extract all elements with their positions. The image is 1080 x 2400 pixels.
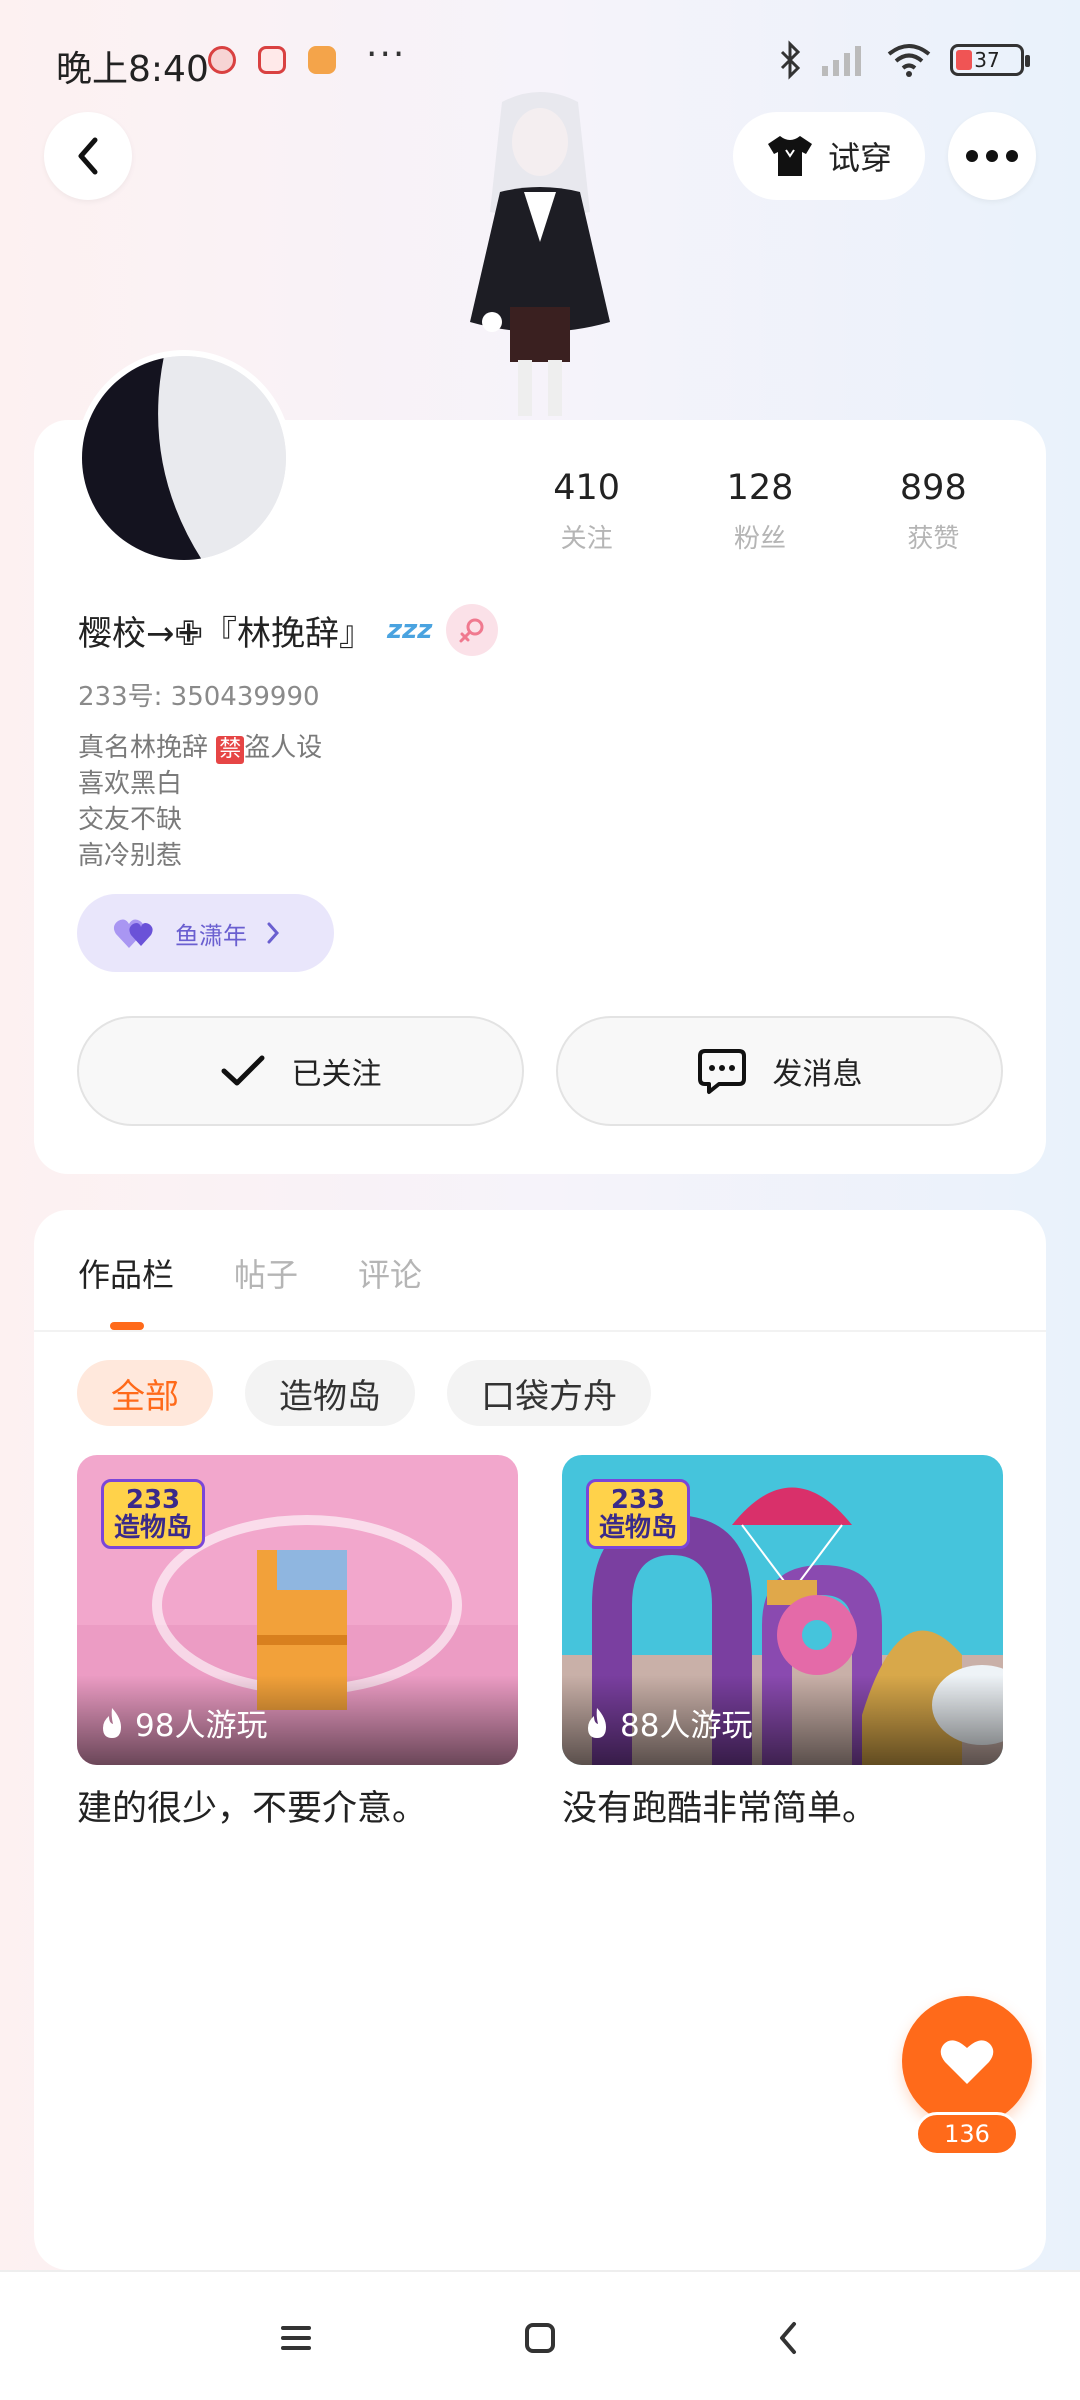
bio-line: 真名林挽辞 禁盗人设: [78, 733, 323, 764]
try-on-label: 试穿: [827, 139, 892, 177]
game-logo: 233 造物岛: [101, 1479, 206, 1549]
likes-count: 898: [899, 468, 967, 508]
notification-app-icon: [308, 46, 336, 74]
sleep-badge: zzz: [386, 615, 433, 645]
tab-comments[interactable]: 评论: [358, 1250, 422, 1296]
more-notifications-icon: ···: [366, 34, 407, 75]
chevron-left-icon: [78, 137, 98, 175]
chat-bubble-icon: [697, 1049, 746, 1094]
following-label: 关注: [560, 524, 613, 554]
home-button[interactable]: [518, 2316, 562, 2360]
like-button[interactable]: [902, 1996, 1032, 2126]
nickname-row: 樱校→✙『林挽辞』 zzz: [78, 604, 499, 656]
bio-line: 高冷别惹: [78, 841, 183, 871]
home-square-icon: [525, 2323, 555, 2353]
avatar-image: [82, 356, 286, 560]
like-count: 136: [915, 2112, 1019, 2156]
ban-badge: 禁: [216, 736, 245, 764]
signal-icon: [822, 46, 861, 76]
notification-app-icon: [258, 46, 286, 74]
back-button[interactable]: [44, 112, 132, 200]
filter-creation-island[interactable]: 造物岛: [245, 1360, 415, 1426]
user-id: 233号: 350439990: [78, 682, 320, 712]
more-horizontal-icon: [966, 150, 1018, 162]
flame-icon: [103, 1707, 121, 1738]
message-button[interactable]: 发消息: [556, 1016, 1003, 1126]
followers-label: 粉丝: [733, 524, 786, 554]
game-title[interactable]: 建的很少，不要介意。: [77, 1780, 427, 1831]
status-time: 晚上8:40: [56, 49, 209, 90]
profile-stats: 410 关注 128 粉丝 898 获赞: [500, 468, 1020, 555]
checkmark-icon: [221, 1055, 264, 1086]
game-logo: 233 造物岛: [586, 1479, 691, 1549]
following-stat[interactable]: 410 关注: [500, 468, 673, 555]
likes-stat[interactable]: 898 获赞: [847, 468, 1020, 555]
likes-label: 获赞: [907, 524, 960, 554]
battery-icon: 37: [950, 44, 1030, 76]
tab-works[interactable]: 作品栏: [78, 1250, 174, 1296]
game-card[interactable]: 233 造物岛 98人游玩: [77, 1455, 518, 1765]
tab-posts[interactable]: 帖子: [234, 1250, 298, 1296]
bio: 真名林挽辞 禁盗人设 喜欢黑白 交友不缺 高冷别惹: [78, 730, 322, 874]
chevron-left-icon: [780, 2322, 796, 2354]
system-back-button[interactable]: [766, 2316, 810, 2360]
heart-icon: [940, 2040, 994, 2084]
tshirt-icon: [767, 136, 812, 176]
game-title[interactable]: 没有跑酷非常简单。: [562, 1780, 877, 1831]
followers-count: 128: [726, 468, 794, 508]
content-tabs: 作品栏 帖子 评论: [78, 1250, 422, 1296]
bluetooth-icon: [780, 40, 801, 80]
play-count: 98人游玩: [99, 1700, 267, 1745]
menu-icon: [281, 2326, 311, 2350]
wifi-icon: [887, 44, 931, 77]
follow-button[interactable]: 已关注: [77, 1016, 524, 1126]
friend-chip-label: 鱼潇年: [175, 921, 247, 950]
system-nav-bar: [0, 2270, 1080, 2400]
following-count: 410: [553, 468, 621, 508]
notification-app-icon: [208, 46, 236, 74]
game-card[interactable]: 233 造物岛 88人游玩: [562, 1455, 1003, 1765]
female-gender-icon: [446, 604, 499, 656]
nickname: 樱校→✙『林挽辞』: [78, 613, 373, 654]
avatar[interactable]: [76, 350, 292, 566]
message-button-label: 发消息: [772, 1057, 863, 1092]
friend-chip[interactable]: 鱼潇年: [77, 894, 334, 972]
filter-all[interactable]: 全部: [77, 1360, 213, 1426]
try-on-button[interactable]: 试穿: [733, 112, 925, 200]
play-count: 88人游玩: [584, 1700, 752, 1745]
divider: [34, 1330, 1046, 1332]
double-heart-icon: [113, 919, 153, 948]
menu-button[interactable]: [274, 2316, 318, 2360]
flame-icon: [588, 1707, 606, 1738]
more-options-button[interactable]: [948, 112, 1036, 200]
bio-line: 喜欢黑白: [78, 769, 183, 799]
filter-chips: 全部 造物岛 口袋方舟: [77, 1360, 651, 1426]
filter-pocket-ark[interactable]: 口袋方舟: [447, 1360, 651, 1426]
bio-line: 交友不缺: [78, 805, 183, 835]
active-tab-indicator: [110, 1322, 144, 1330]
followers-stat[interactable]: 128 粉丝: [673, 468, 846, 555]
follow-button-label: 已关注: [291, 1057, 382, 1092]
chevron-right-icon: [267, 922, 280, 944]
avatar-character-image: [470, 92, 610, 416]
